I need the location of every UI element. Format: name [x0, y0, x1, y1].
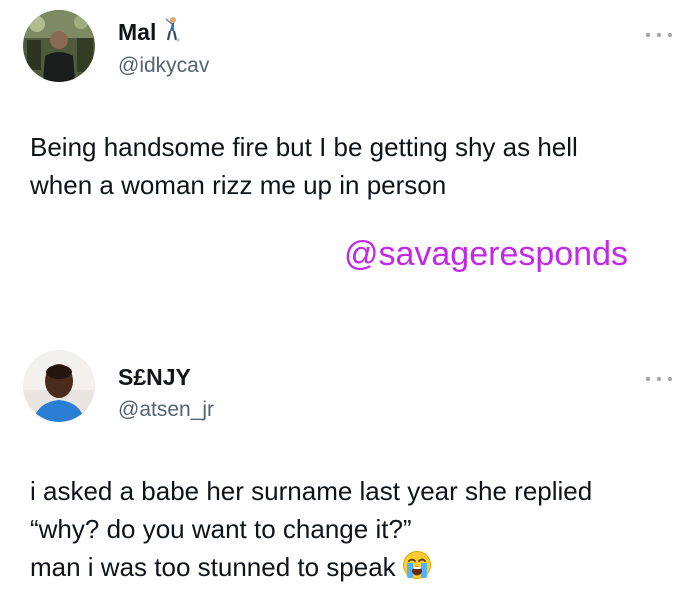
- tweet-senjy: S£NJY @atsen_jr i asked a babe her surna…: [0, 330, 700, 607]
- more-options-dot: [668, 377, 672, 381]
- avatar-senjy[interactable]: [23, 350, 95, 422]
- more-options-button[interactable]: [646, 28, 672, 42]
- avatar-photo-icon: [23, 10, 95, 82]
- handle[interactable]: @idkycav: [118, 53, 209, 79]
- avatar-photo-icon: [23, 350, 95, 422]
- crying-face-icon: [402, 550, 432, 590]
- tweet-text-content: i asked a babe her surname last year she…: [30, 476, 593, 582]
- more-options-icon: [646, 377, 650, 381]
- more-options-button[interactable]: [646, 372, 672, 386]
- golfer-icon: [162, 16, 182, 47]
- more-options-icon: [646, 33, 650, 37]
- author-name-row: S£NJY: [118, 363, 191, 391]
- author-name-row: Mal: [118, 16, 182, 47]
- handle[interactable]: @atsen_jr: [118, 397, 214, 423]
- tweet-text: Being handsome fire but I be getting shy…: [30, 132, 578, 200]
- watermark-handle: @savageresponds: [343, 235, 628, 273]
- tweet-mal: Mal @idkycav Being handsome fire but I b…: [0, 0, 700, 310]
- more-options-dot: [657, 377, 661, 381]
- avatar-mal[interactable]: [23, 10, 95, 82]
- display-name[interactable]: Mal: [118, 18, 156, 46]
- display-name[interactable]: S£NJY: [118, 363, 191, 391]
- more-options-dot: [668, 33, 672, 37]
- more-options-dot: [657, 33, 661, 37]
- tweet-text: i asked a babe her surname last year she…: [30, 472, 670, 590]
